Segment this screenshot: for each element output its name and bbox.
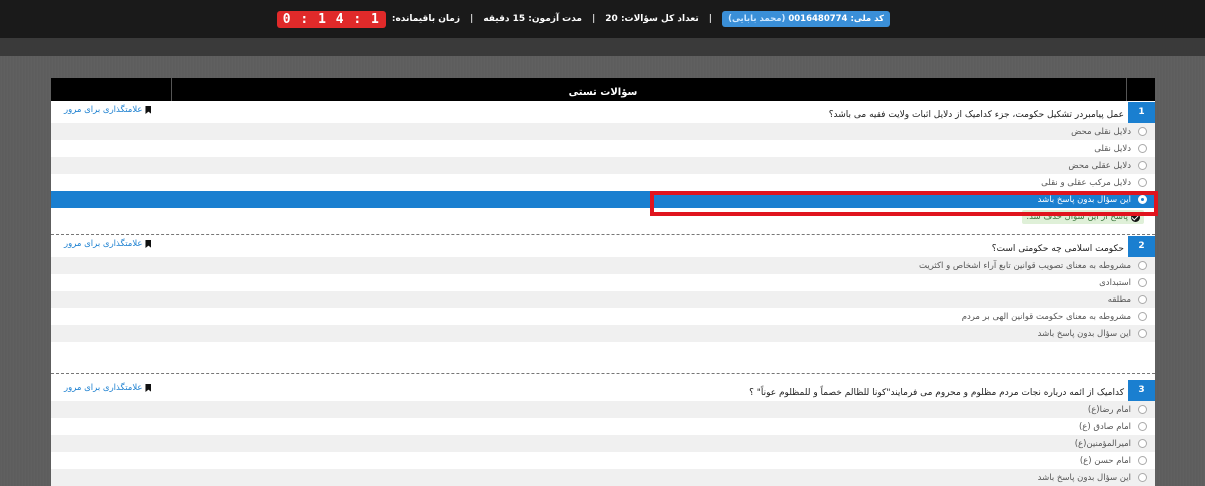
panel-title: سؤالات تستی [568, 87, 638, 98]
option[interactable]: مشروطه به معنای حکومت قوانین الهی بر مرد… [51, 308, 1155, 325]
bookmark-for-review[interactable]: علامتگذاری برای مرور [64, 239, 152, 249]
option[interactable]: دلایل نقلی [51, 140, 1155, 157]
message-row: پاسخ از این سؤال حذف شد. [51, 208, 1155, 234]
option-selected[interactable]: این سؤال بدون پاسخ باشد [51, 191, 1155, 208]
option-label: امام صادق (ع) [1078, 421, 1131, 432]
radio-button[interactable] [1138, 178, 1147, 187]
student-id-badge: کد ملی: 0016480774 (محمد بابایی) [722, 11, 890, 27]
divider [51, 373, 1155, 374]
question-3: 3 کدامیک از ائمه درباره نجات مردم مظلوم … [51, 379, 1155, 486]
radio-button[interactable] [1138, 456, 1147, 465]
option-label: مطلقه [1107, 294, 1131, 305]
exam-duration: مدت آزمون: 15 دقیقه [483, 14, 582, 24]
questions-panel: سؤالات تستی 1 عمل پیامبردر تشکیل حکومت، … [51, 78, 1155, 486]
question-number: 2 [1128, 235, 1155, 257]
question-text: کدامیک از ائمه درباره نجات مردم مظلوم و … [749, 388, 1124, 398]
option-label: دلایل عقلی محض [1068, 160, 1131, 171]
option-label: این سؤال بدون پاسخ باشد [1037, 328, 1131, 339]
option-label: مشروطه به معنای حکومت قوانین الهی بر مرد… [961, 311, 1131, 322]
question-header: 3 کدامیک از ائمه درباره نجات مردم مظلوم … [51, 379, 1155, 401]
bookmark-label: علامتگذاری برای مرور [64, 383, 143, 393]
bookmark-icon [145, 384, 152, 392]
question-number: 3 [1128, 379, 1155, 401]
radio-button[interactable] [1138, 261, 1147, 270]
option-label: این سؤال بدون پاسخ باشد [1037, 194, 1131, 205]
option[interactable]: استبدادی [51, 274, 1155, 291]
option-label: استبدادی [1099, 277, 1131, 288]
option[interactable]: دلایل مرکب عقلی و نقلی [51, 174, 1155, 191]
radio-button[interactable] [1138, 422, 1147, 431]
radio-button[interactable] [1138, 312, 1147, 321]
option[interactable]: امیرالمؤمنین(ع) [51, 435, 1155, 452]
remaining-time-label: زمان باقیمانده: [391, 14, 461, 24]
question-1: 1 عمل پیامبردر تشکیل حکومت، جزء کدامیک ا… [51, 101, 1155, 234]
question-header: 1 عمل پیامبردر تشکیل حکومت، جزء کدامیک ا… [51, 101, 1155, 123]
radio-button[interactable] [1138, 473, 1147, 482]
answer-removed-message: پاسخ از این سؤال حذف شد. [1022, 210, 1144, 224]
total-questions: تعداد کل سؤالات: 20 [605, 14, 699, 24]
option[interactable]: دلایل نقلی محض [51, 123, 1155, 140]
radio-button[interactable] [1138, 295, 1147, 304]
countdown-timer: 0 : 1 4 : 1 [276, 10, 386, 28]
radio-button-selected[interactable] [1138, 195, 1147, 204]
header-bookmark-cell [51, 78, 172, 101]
top-bar: کد ملی: 0016480774 (محمد بابایی) | تعداد… [0, 0, 1205, 38]
option[interactable]: امام حسن (ع) [51, 452, 1155, 469]
radio-button[interactable] [1138, 127, 1147, 136]
option-label: امام حسن (ع) [1079, 455, 1131, 466]
question-2: 2 حکومت اسلامی چه حکومتی است؟ علامتگذاری… [51, 235, 1155, 373]
message-text: پاسخ از این سؤال حذف شد. [1026, 212, 1128, 222]
radio-button[interactable] [1138, 439, 1147, 448]
option-label: امیرالمؤمنین(ع) [1074, 438, 1131, 449]
option[interactable]: مطلقه [51, 291, 1155, 308]
radio-button[interactable] [1138, 144, 1147, 153]
check-circle-icon [1131, 212, 1140, 222]
bookmark-for-review[interactable]: علامتگذاری برای مرور [64, 383, 152, 393]
bookmark-icon [145, 106, 152, 114]
option[interactable]: مشروطه به معنای تصویب قوانین تابع آراء ا… [51, 257, 1155, 274]
question-header: 2 حکومت اسلامی چه حکومتی است؟ علامتگذاری… [51, 235, 1155, 257]
bookmark-label: علامتگذاری برای مرور [64, 239, 143, 249]
student-id: کد ملی: 0016480774 [788, 14, 884, 24]
bookmark-icon [145, 240, 152, 248]
option-label: دلایل نقلی [1094, 143, 1131, 154]
option[interactable]: امام صادق (ع) [51, 418, 1155, 435]
exam-info: کد ملی: 0016480774 (محمد بابایی) | تعداد… [276, 9, 890, 29]
option[interactable]: این سؤال بدون پاسخ باشد [51, 325, 1155, 342]
bookmark-label: علامتگذاری برای مرور [64, 105, 143, 115]
header-number-cell [1126, 78, 1155, 101]
question-number: 1 [1128, 101, 1155, 123]
radio-button[interactable] [1138, 161, 1147, 170]
option-label: دلایل مرکب عقلی و نقلی [1041, 177, 1131, 188]
option-label: دلایل نقلی محض [1071, 126, 1131, 137]
separator: | [708, 14, 713, 24]
option[interactable]: این سؤال بدون پاسخ باشد [51, 469, 1155, 486]
radio-button[interactable] [1138, 329, 1147, 338]
option[interactable]: دلایل عقلی محض [51, 157, 1155, 174]
question-text: حکومت اسلامی چه حکومتی است؟ [991, 244, 1124, 254]
sub-bar [0, 38, 1205, 56]
bookmark-for-review[interactable]: علامتگذاری برای مرور [64, 105, 152, 115]
student-name: (محمد بابایی) [728, 14, 786, 24]
separator: | [591, 14, 596, 24]
option-label: این سؤال بدون پاسخ باشد [1037, 472, 1131, 483]
radio-button[interactable] [1138, 405, 1147, 414]
separator: | [470, 14, 474, 24]
option-label: مشروطه به معنای تصویب قوانین تابع آراء ا… [919, 260, 1131, 271]
option-label: امام رضا(ع) [1087, 404, 1131, 415]
question-text: عمل پیامبردر تشکیل حکومت، جزء کدامیک از … [828, 110, 1124, 120]
option[interactable]: امام رضا(ع) [51, 401, 1155, 418]
radio-button[interactable] [1138, 278, 1147, 287]
